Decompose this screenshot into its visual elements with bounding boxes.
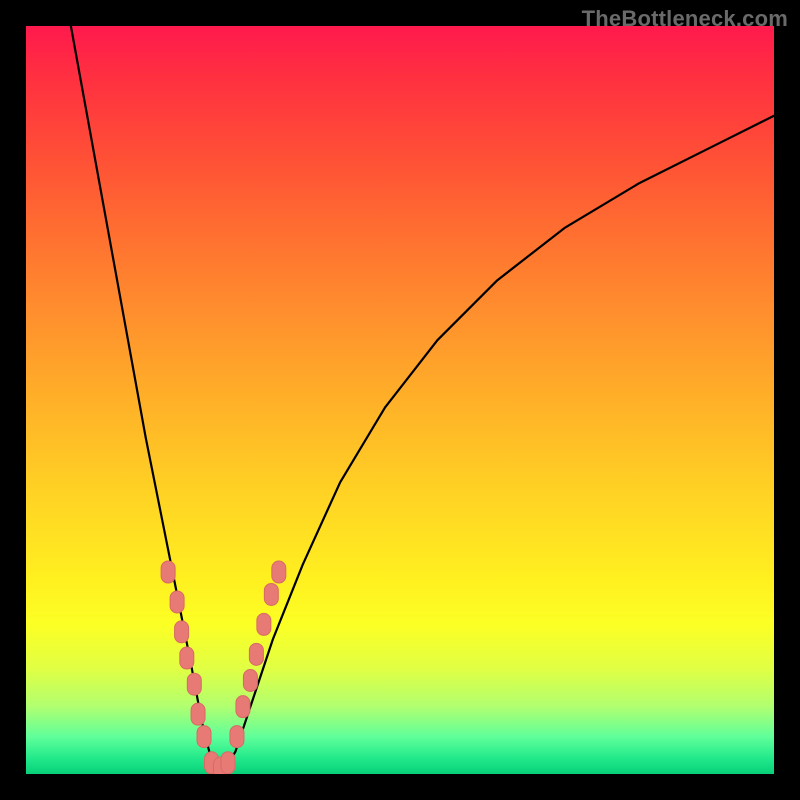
- highlighted-points-group: [161, 561, 286, 774]
- highlighted-point: [175, 621, 189, 643]
- highlighted-point: [187, 673, 201, 695]
- highlighted-point: [197, 726, 211, 748]
- highlighted-point: [249, 643, 263, 665]
- highlighted-point: [180, 647, 194, 669]
- bottleneck-curve-svg: [26, 26, 774, 774]
- highlighted-point: [230, 726, 244, 748]
- highlighted-point: [272, 561, 286, 583]
- highlighted-point: [264, 583, 278, 605]
- highlighted-point: [243, 670, 257, 692]
- bottleneck-curve-path: [71, 26, 774, 770]
- chart-area: [26, 26, 774, 774]
- highlighted-point: [257, 613, 271, 635]
- highlighted-point: [236, 696, 250, 718]
- highlighted-point: [191, 703, 205, 725]
- highlighted-point: [221, 752, 235, 774]
- highlighted-point: [170, 591, 184, 613]
- highlighted-point: [161, 561, 175, 583]
